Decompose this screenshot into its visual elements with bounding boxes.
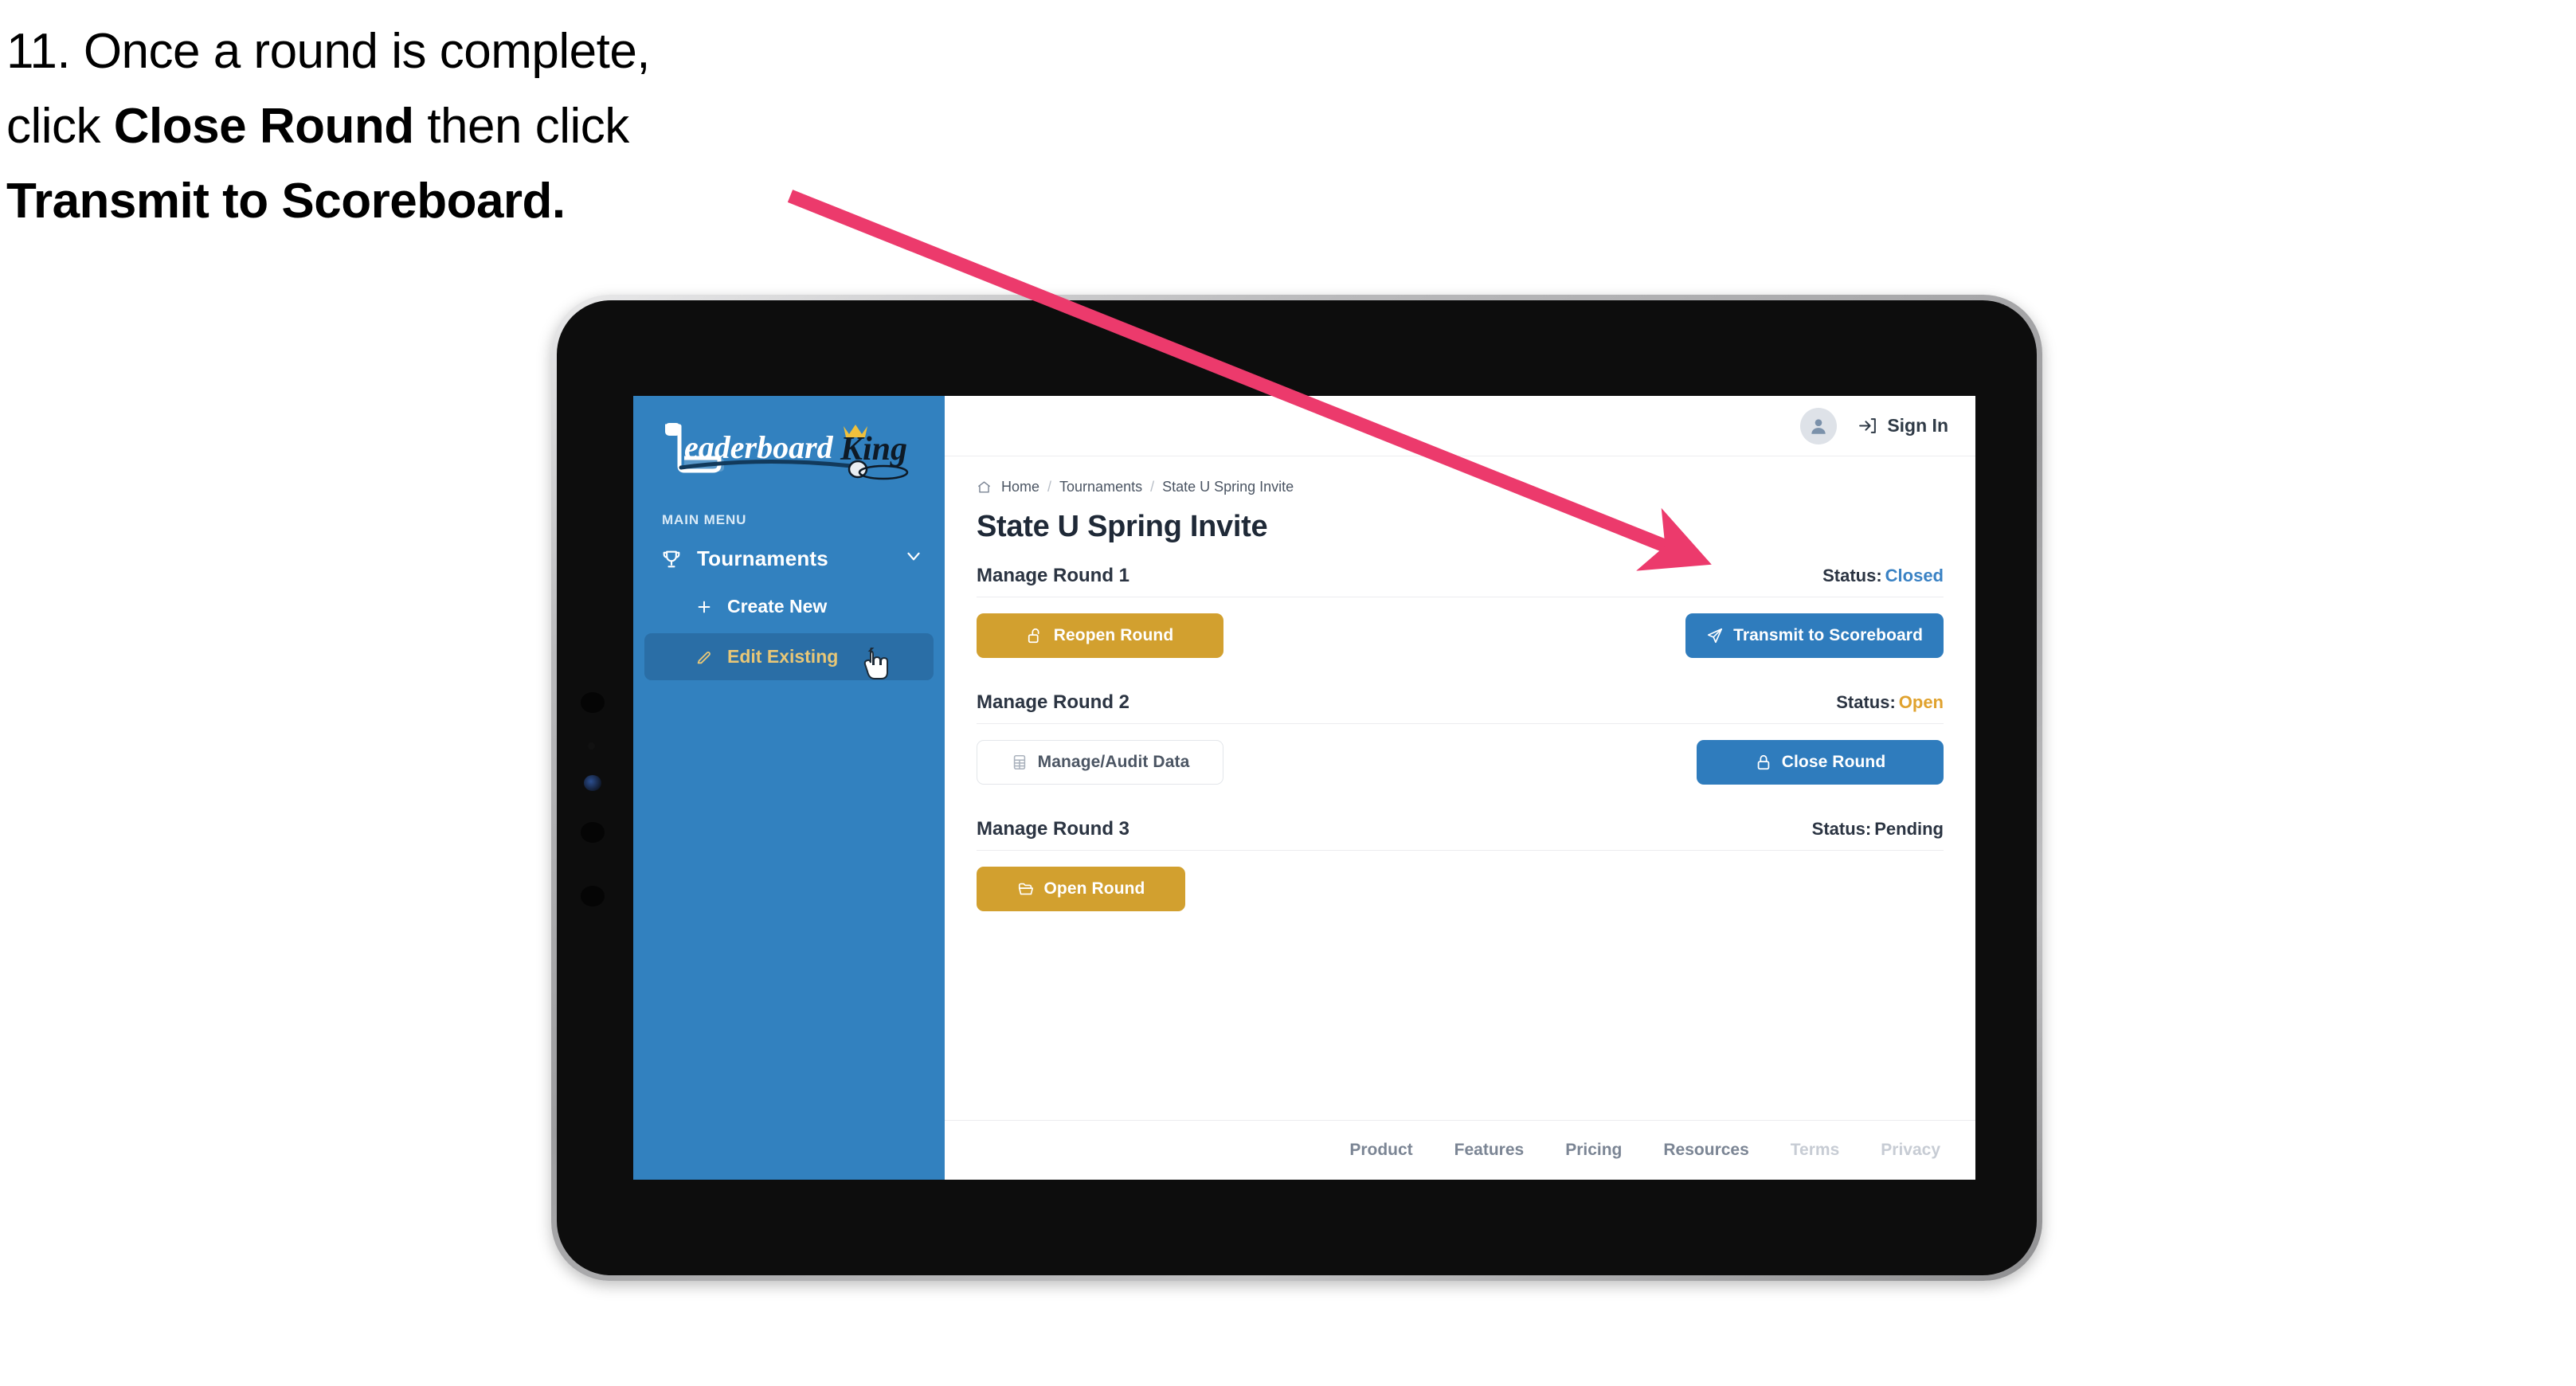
caption-close-round-bold: Close Round (113, 99, 414, 155)
round-1-status-value: Closed (1885, 566, 1944, 585)
round-block-1: Manage Round 1 Status: Closed Reopen Roun… (977, 565, 1944, 658)
manage-audit-data-label: Manage/Audit Data (1037, 753, 1190, 771)
mouse-cursor-pointer-icon (862, 645, 889, 679)
round-3-status-value: Pending (1874, 819, 1944, 839)
chevron-down-icon[interactable] (903, 546, 924, 572)
breadcrumb-separator: / (1150, 479, 1155, 495)
round-1-status-label: Status: (1822, 566, 1882, 585)
avatar[interactable] (1800, 407, 1838, 444)
breadcrumb-item-home[interactable]: Home (1001, 479, 1039, 495)
page-title: State U Spring Invite (977, 510, 1268, 543)
round-3-status: Status: Pending (1812, 819, 1944, 840)
round-2-header: Manage Round 2 Status: Open (977, 691, 1944, 724)
reopen-round-button[interactable]: Reopen Round (977, 613, 1223, 658)
instruction-caption: 11. Once a round is complete, click Clos… (6, 14, 883, 240)
footer-link-pricing[interactable]: Pricing (1565, 1141, 1622, 1160)
round-2-status-value: Open (1898, 692, 1944, 712)
sidebar-item-edit-existing[interactable]: Edit Existing (644, 633, 934, 680)
sidebar-section-label: MAIN MENU (662, 512, 747, 527)
sidebar-item-tournaments-label: Tournaments (697, 546, 828, 570)
sidebar-item-create-new[interactable]: Create New (644, 583, 934, 630)
trophy-icon (660, 547, 684, 571)
round-2-status: Status: Open (1836, 692, 1944, 713)
spreadsheet-icon (1011, 754, 1028, 771)
main-content: Sign In Home / Tournaments / State U Spr… (945, 396, 1975, 1180)
speaker-hole-icon (581, 886, 605, 906)
caption-line-2-prefix: click (6, 99, 114, 155)
sidebar-item-tournaments[interactable]: Tournaments (633, 528, 945, 580)
round-block-3: Manage Round 3 Status: Pending Open Roun… (977, 818, 1944, 911)
round-2-status-label: Status: (1836, 692, 1896, 712)
paper-plane-icon (1706, 627, 1724, 644)
top-bar: Sign In (945, 396, 1975, 456)
front-camera-icon (581, 692, 605, 713)
footer-link-terms[interactable]: Terms (1791, 1141, 1839, 1160)
breadcrumb-separator: / (1047, 479, 1052, 495)
sign-in-button[interactable]: Sign In (1858, 415, 1948, 437)
round-3-header: Manage Round 3 Status: Pending (977, 818, 1944, 851)
app-screen: eaderboard King MAIN MENU Tournaments Cr… (633, 396, 1975, 1180)
open-round-label: Open Round (1043, 879, 1145, 898)
sign-in-arrow-icon (1858, 416, 1877, 436)
caption-line-2: click Close Round then click (6, 89, 883, 164)
leaderboardking-logo-icon: eaderboard King (665, 423, 909, 480)
footer-link-features[interactable]: Features (1454, 1141, 1525, 1160)
svg-text:King: King (840, 431, 907, 468)
round-1-header: Manage Round 1 Status: Closed (977, 565, 1944, 597)
reopen-round-label: Reopen Round (1053, 626, 1174, 644)
secondary-camera-icon (581, 822, 605, 843)
footer-link-resources[interactable]: Resources (1663, 1141, 1748, 1160)
caption-line-3: Transmit to Scoreboard. (6, 164, 883, 239)
sign-in-label: Sign In (1887, 415, 1948, 436)
caption-line-1: 11. Once a round is complete, (6, 14, 883, 89)
sensor-lens-icon (584, 775, 601, 791)
lock-icon (1755, 754, 1772, 771)
round-3-actions: Open Round (977, 851, 1944, 911)
transmit-to-scoreboard-button[interactable]: Transmit to Scoreboard (1685, 613, 1944, 658)
caption-line-2-suffix: then click (413, 99, 629, 155)
round-block-2: Manage Round 2 Status: Open Manage/Audit… (977, 691, 1944, 785)
round-2-name: Manage Round 2 (977, 691, 1130, 713)
breadcrumb: Home / Tournaments / State U Spring Invi… (977, 479, 1944, 502)
sidebar-item-create-new-label: Create New (727, 596, 828, 617)
manage-audit-data-button[interactable]: Manage/Audit Data (977, 740, 1223, 785)
page-content: Home / Tournaments / State U Spring Invi… (945, 456, 1975, 1120)
close-round-label: Close Round (1781, 753, 1886, 771)
caption-transmit-bold: Transmit to Scoreboard. (6, 174, 566, 229)
round-3-status-label: Status: (1811, 819, 1872, 839)
footer: Product Features Pricing Resources Terms… (945, 1120, 1975, 1180)
user-avatar-icon (1811, 418, 1826, 434)
caption-line-1-text: 11. Once a round is complete, (6, 24, 651, 79)
footer-link-product[interactable]: Product (1349, 1141, 1412, 1160)
plus-icon (694, 597, 714, 617)
sensor-dot-icon (588, 742, 595, 750)
round-2-actions: Manage/Audit Data Close Round (977, 724, 1944, 785)
breadcrumb-item-tournaments[interactable]: Tournaments (1059, 479, 1142, 495)
sidebar-item-edit-existing-label: Edit Existing (727, 646, 839, 667)
folder-open-icon (1017, 880, 1035, 898)
home-icon (977, 480, 992, 495)
footer-link-privacy[interactable]: Privacy (1881, 1141, 1940, 1160)
app-logo[interactable]: eaderboard King (633, 396, 945, 493)
round-1-name: Manage Round 1 (977, 565, 1130, 586)
open-round-button[interactable]: Open Round (977, 867, 1185, 911)
round-3-name: Manage Round 3 (977, 818, 1130, 840)
transmit-to-scoreboard-label: Transmit to Scoreboard (1733, 626, 1923, 644)
close-round-button[interactable]: Close Round (1697, 740, 1944, 785)
breadcrumb-item-current: State U Spring Invite (1162, 479, 1294, 495)
edit-pencil-icon (694, 647, 714, 668)
round-1-status: Status: Closed (1822, 566, 1944, 586)
sidebar: eaderboard King MAIN MENU Tournaments Cr… (633, 396, 945, 1180)
round-1-actions: Reopen Round Transmit to Scoreboard (977, 597, 1944, 658)
unlock-icon (1027, 627, 1044, 644)
